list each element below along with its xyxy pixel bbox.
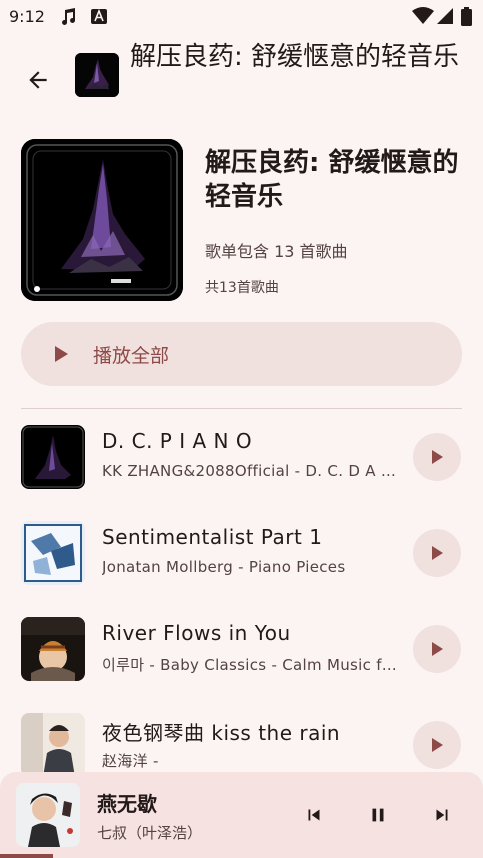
back-button[interactable] [16, 58, 60, 102]
playlist-cover-image [21, 139, 183, 301]
app-a-icon [90, 7, 108, 29]
pause-button[interactable] [362, 799, 394, 831]
play-icon [432, 738, 443, 752]
top-app-bar: 解压良药: 舒缓惬意的轻音乐 [0, 34, 483, 120]
appbar-title: 解压良药: 舒缓惬意的轻音乐 [130, 42, 460, 72]
skip-previous-icon [308, 809, 320, 821]
song-play-button[interactable] [413, 721, 461, 769]
music-note-icon [58, 7, 78, 31]
skip-next-button[interactable] [426, 799, 458, 831]
playlist-title: 解压良药: 舒缓惬意的轻音乐 [205, 148, 459, 212]
song-title: River Flows in You [102, 621, 291, 645]
arrow-back-icon [29, 71, 47, 89]
pause-icon [372, 808, 384, 822]
song-subtitle: Jonatan Mollberg - Piano Pieces [102, 558, 346, 576]
song-cover-image [21, 425, 85, 489]
playback-progress-bar [0, 854, 53, 858]
song-subtitle: KK ZHANG&2088Official - D. C. D A C C I … [102, 462, 402, 480]
play-icon [432, 450, 443, 464]
song-title: 夜色钢琴曲 kiss the rain [102, 721, 341, 745]
playlist-description: 歌单包含 13 首歌曲 [205, 242, 348, 261]
signal-icon [436, 7, 454, 29]
battery-icon [461, 7, 472, 30]
song-title: D. C. P I A N O [102, 429, 253, 453]
now-playing-artist: 七叔（叶泽浩） [97, 824, 203, 842]
play-icon [432, 642, 443, 656]
song-list-item[interactable]: River Flows in You 이루마 - Baby Classics -… [0, 601, 483, 697]
song-subtitle: 이루마 - Baby Classics - Calm Music for Bab… [102, 656, 402, 674]
song-cover-image [21, 617, 85, 681]
song-play-button[interactable] [413, 529, 461, 577]
song-play-button[interactable] [413, 433, 461, 481]
play-icon [55, 346, 68, 362]
skip-next-icon [436, 809, 448, 821]
song-title: Sentimentalist Part 1 [102, 525, 323, 549]
song-play-button[interactable] [413, 625, 461, 673]
now-playing-title: 燕无歇 [97, 792, 157, 816]
mini-player[interactable]: 燕无歇 七叔（叶泽浩） [0, 772, 483, 858]
skip-previous-button[interactable] [298, 799, 330, 831]
play-all-label: 播放全部 [93, 344, 170, 367]
now-playing-cover-image [16, 783, 80, 847]
wifi-icon [412, 7, 434, 29]
song-list-item[interactable]: D. C. P I A N O KK ZHANG&2088Official - … [0, 409, 483, 505]
playlist-song-count: 共13首歌曲 [205, 280, 279, 296]
song-subtitle: 赵海洋 - [102, 752, 159, 770]
song-list-item[interactable]: Sentimentalist Part 1 Jonatan Mollberg -… [0, 505, 483, 601]
play-all-button[interactable]: 播放全部 [21, 322, 462, 386]
song-cover-image [21, 521, 85, 585]
status-time: 9:12 [9, 7, 45, 26]
song-cover-image [21, 713, 85, 777]
play-icon [432, 546, 443, 560]
status-bar: 9:12 [0, 0, 483, 34]
appbar-cover-image [75, 53, 119, 97]
